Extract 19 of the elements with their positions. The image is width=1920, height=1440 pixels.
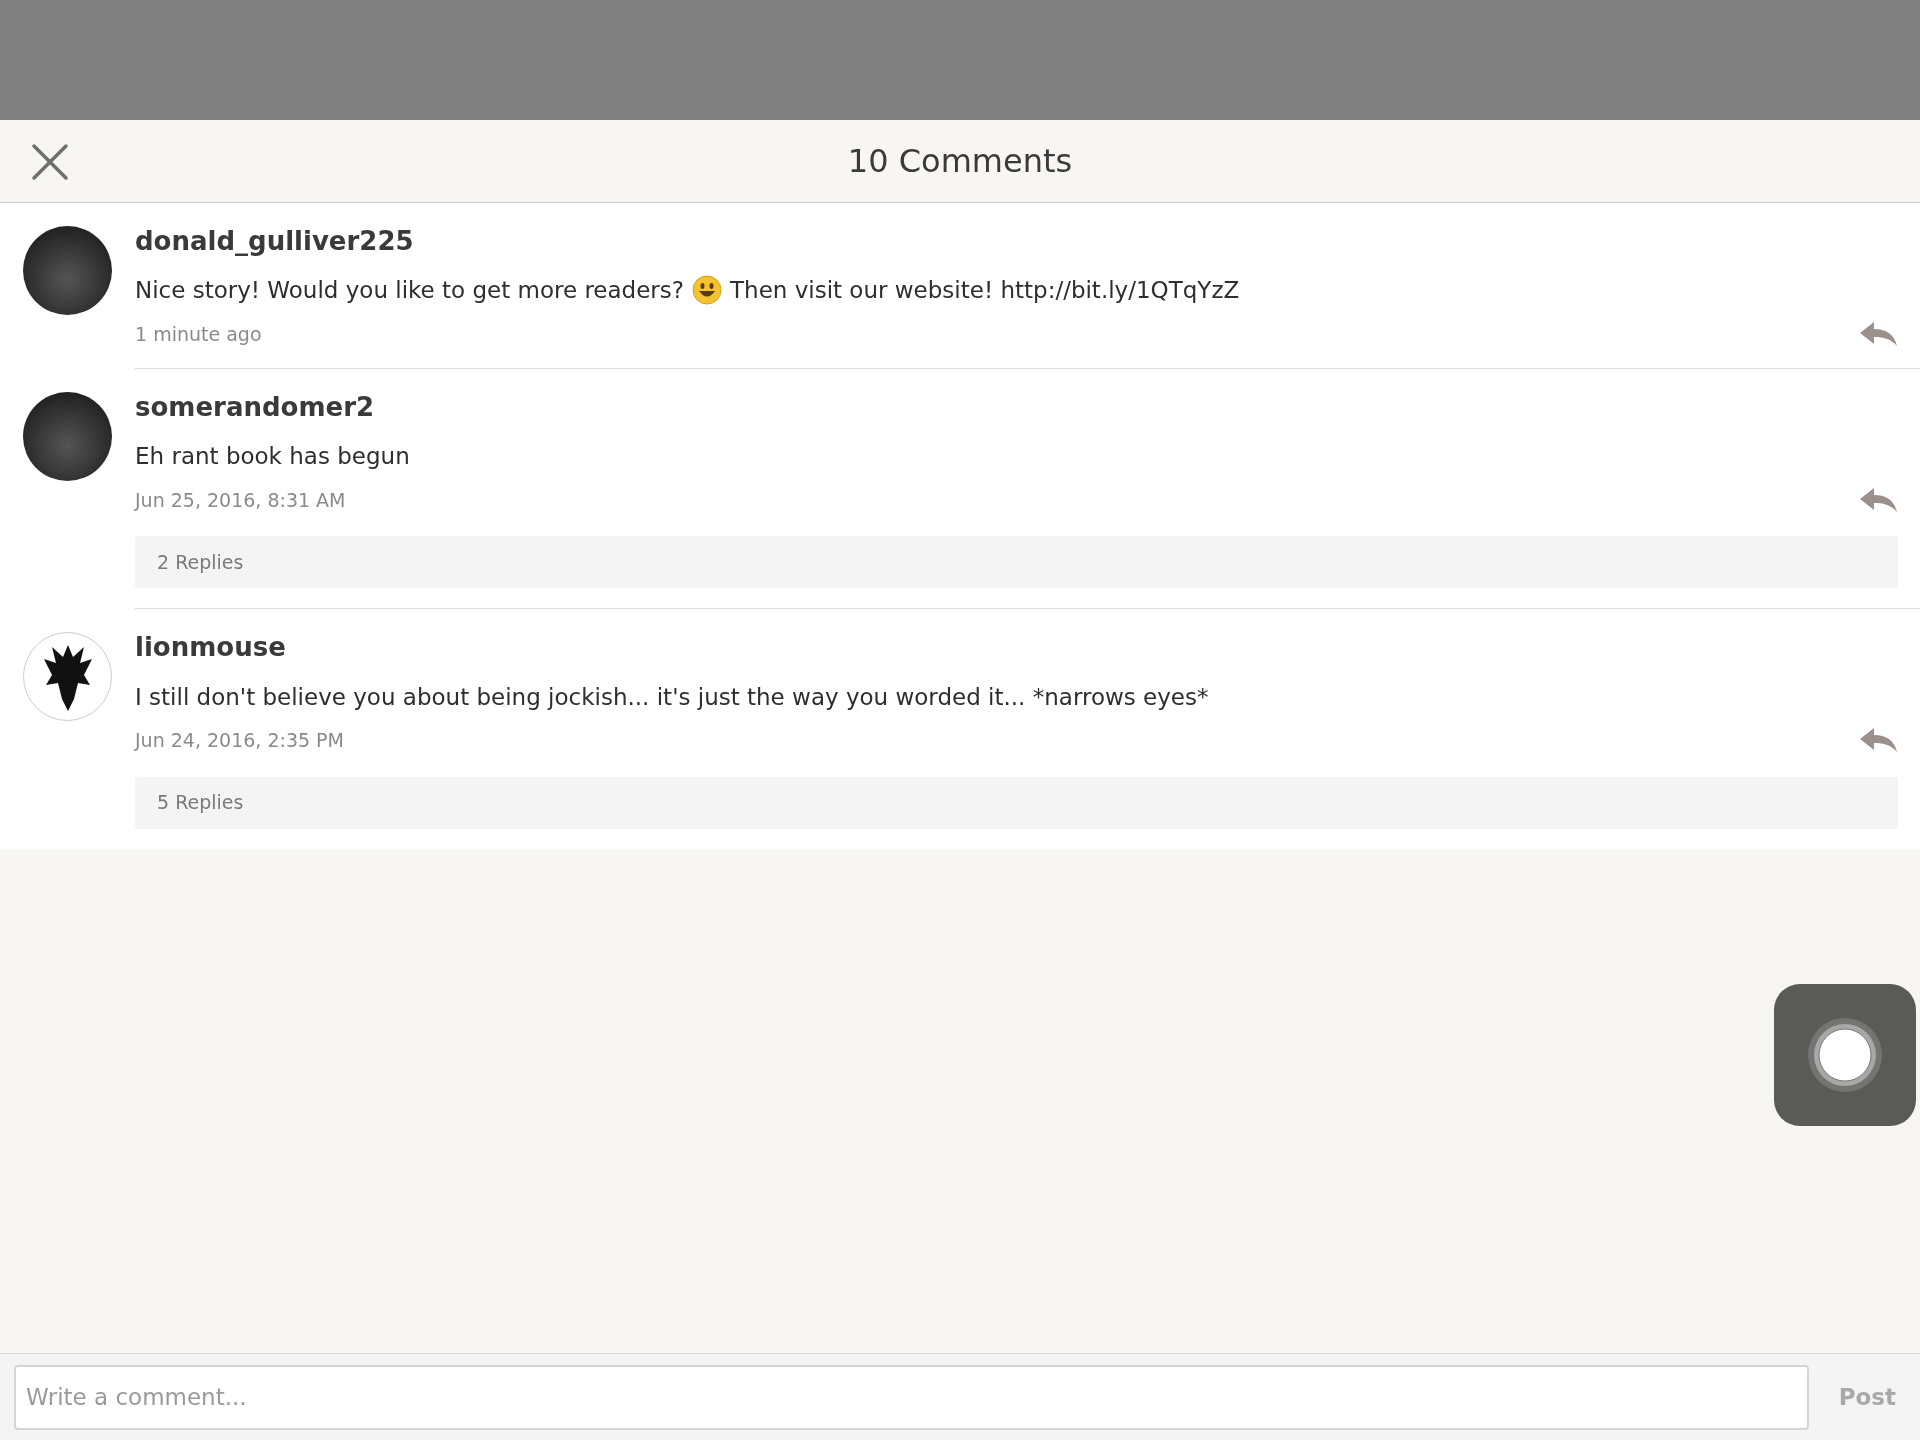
ring-icon [1807,1017,1883,1093]
header-title: 10 Comments [847,141,1073,182]
replies-button[interactable]: 5 Replies [135,776,1898,829]
comment-text: Nice story! Would you like to get more readers? [135,276,684,306]
timestamp: Jun 25, 2016, 8:31 AM [135,487,346,513]
comment-text: Then visit our website! http://bit.ly/1QTqYzZ [730,276,1240,306]
replies-button[interactable]: 2 Replies [135,536,1898,589]
comment-text: I still don't believe you about being jockish... it's just the way you worded it... *narrows eyes* [135,682,1209,712]
reply-icon[interactable] [1858,319,1898,348]
reply-icon[interactable] [1858,726,1898,755]
timestamp: 1 minute ago [135,321,262,347]
username[interactable]: somerandomer2 [135,392,1898,424]
assistive-touch-button[interactable] [1774,984,1916,1126]
close-icon[interactable] [30,142,70,182]
username[interactable]: donald_gulliver225 [135,226,1898,258]
timestamp: Jun 24, 2016, 2:35 PM [135,728,344,754]
comment-text: Eh rant book has begun [135,442,410,472]
comment-input[interactable]: Write a comment... [14,1364,1809,1430]
username[interactable]: lionmouse [135,632,1898,664]
